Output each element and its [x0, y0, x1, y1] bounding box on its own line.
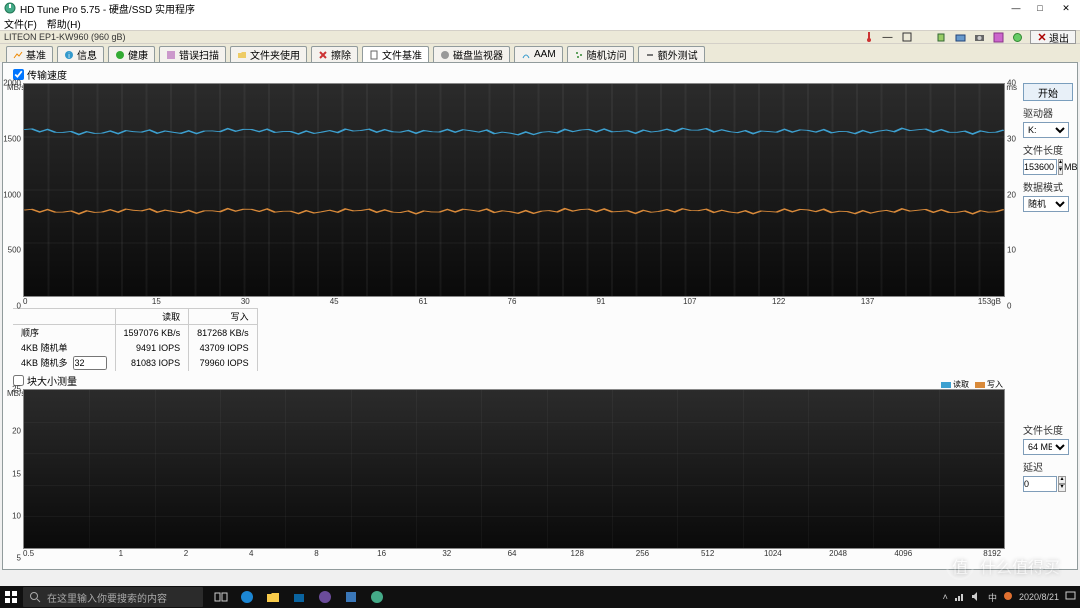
square-icon[interactable]: [900, 31, 913, 44]
screenshot-icon[interactable]: [954, 31, 967, 44]
start-button[interactable]: 开始: [1023, 83, 1073, 101]
tab-benchmark[interactable]: 基准: [6, 46, 53, 62]
tab-diskmonitor[interactable]: 磁盘监视器: [433, 46, 510, 62]
tab-random[interactable]: 随机访问: [567, 46, 634, 62]
settings-icon[interactable]: [1011, 31, 1024, 44]
search-icon: [29, 591, 41, 603]
exit-button[interactable]: 退出: [1030, 30, 1076, 44]
device-row: LITEON EP1-KW960 (960 gB) — 退出: [0, 30, 1080, 44]
tab-folderusage[interactable]: 文件夹使用: [230, 46, 307, 62]
minimize-button[interactable]: —: [1004, 0, 1028, 16]
notification-icon[interactable]: [1065, 591, 1076, 604]
tray-network-icon[interactable]: [954, 591, 965, 604]
filelen-label: 文件长度: [1023, 142, 1073, 157]
drive-label: 驱动器: [1023, 105, 1073, 120]
tray-app-icon[interactable]: [1003, 591, 1013, 603]
tab-erase[interactable]: 擦除: [311, 46, 358, 62]
filelen2-label: 文件长度: [1023, 422, 1073, 437]
close-button[interactable]: ✕: [1052, 0, 1080, 16]
pattern-label: 数据模式: [1023, 179, 1073, 194]
app-icon: [4, 2, 16, 14]
tray-volume-icon[interactable]: [971, 591, 982, 604]
minus-icon[interactable]: —: [881, 31, 894, 44]
transfer-speed-label: 传输速度: [27, 67, 67, 82]
tab-filebenchmark[interactable]: 文件基准: [362, 46, 429, 62]
menu-help[interactable]: 帮助(H): [47, 16, 81, 30]
filelen2-select[interactable]: 64 MB: [1023, 439, 1069, 455]
results-table: 读取写入 顺序1597076 KB/s817268 KB/s 4KB 随机单94…: [13, 308, 1017, 371]
tab-info[interactable]: i信息: [57, 46, 104, 62]
tray-ime-icon[interactable]: 中: [988, 591, 997, 604]
tab-errorscan[interactable]: 错误扫描: [159, 46, 226, 62]
tray-clock[interactable]: 2020/8/21: [1019, 592, 1059, 602]
filelen-spinner[interactable]: ▴▾: [1058, 159, 1063, 175]
tab-aam[interactable]: AAM: [514, 46, 563, 62]
delay-spinner[interactable]: ▴▾: [1058, 476, 1066, 492]
tabbar: 基准 i信息 健康 错误扫描 文件夹使用 擦除 文件基准 磁盘监视器 AAM 随…: [0, 44, 1080, 62]
exit-label: 退出: [1049, 30, 1069, 45]
window-titlebar: HD Tune Pro 5.75 - 硬盘/SSD 实用程序 — □ ✕: [0, 0, 1080, 16]
tab-health[interactable]: 健康: [108, 46, 155, 62]
search-placeholder: 在这里输入你要搜索的内容: [47, 590, 167, 605]
window-title: HD Tune Pro 5.75 - 硬盘/SSD 实用程序: [20, 1, 1004, 16]
copy-icon[interactable]: [935, 31, 948, 44]
app-icon-1[interactable]: [315, 587, 335, 607]
app-icon-2[interactable]: [341, 587, 361, 607]
side-panel: 开始 驱动器 K: 文件长度 ▴▾ MB 数据模式 随机 文件长度 64 MB …: [1017, 83, 1073, 558]
menu-file[interactable]: 文件(F): [4, 16, 37, 30]
taskview-icon[interactable]: [211, 587, 231, 607]
tab-extra[interactable]: 额外测试: [638, 46, 705, 62]
transfer-chart: MB/s ms 0153045617691107122137153gB 2000…: [7, 83, 1017, 306]
hdtune-taskbar-icon[interactable]: [367, 587, 387, 607]
blocksize-label: 块大小测量: [27, 373, 77, 388]
menubar: 文件(F) 帮助(H): [0, 16, 1080, 30]
content-panel: 传输速度 MB/s ms 0153045617691107122137153gB…: [2, 62, 1078, 570]
save-icon[interactable]: [992, 31, 1005, 44]
drive-select[interactable]: K:: [1023, 122, 1069, 138]
store-icon[interactable]: [289, 587, 309, 607]
delay-label: 延迟: [1023, 459, 1073, 474]
taskbar: 在这里输入你要搜索的内容 ˄ 中 2020/8/21: [0, 586, 1080, 608]
filelen-input[interactable]: [1023, 159, 1057, 175]
device-selector[interactable]: LITEON EP1-KW960 (960 gB): [4, 32, 126, 42]
explorer-icon[interactable]: [263, 587, 283, 607]
tray-arrow-icon[interactable]: ˄: [943, 592, 948, 602]
edge-icon[interactable]: [237, 587, 257, 607]
pattern-select[interactable]: 随机: [1023, 196, 1069, 212]
delay-input[interactable]: [1023, 476, 1057, 492]
start-button-win[interactable]: [0, 586, 22, 608]
taskbar-search[interactable]: 在这里输入你要搜索的内容: [23, 587, 203, 607]
temperature-icon[interactable]: [862, 31, 875, 44]
camera-icon[interactable]: [973, 31, 986, 44]
filelen-unit: MB: [1064, 162, 1078, 172]
maximize-button[interactable]: □: [1028, 0, 1052, 16]
blocksize-chart: 读取 写入 MB/s 0.512481632641282565121024204…: [7, 389, 1017, 558]
queue-depth-input[interactable]: [73, 356, 107, 370]
